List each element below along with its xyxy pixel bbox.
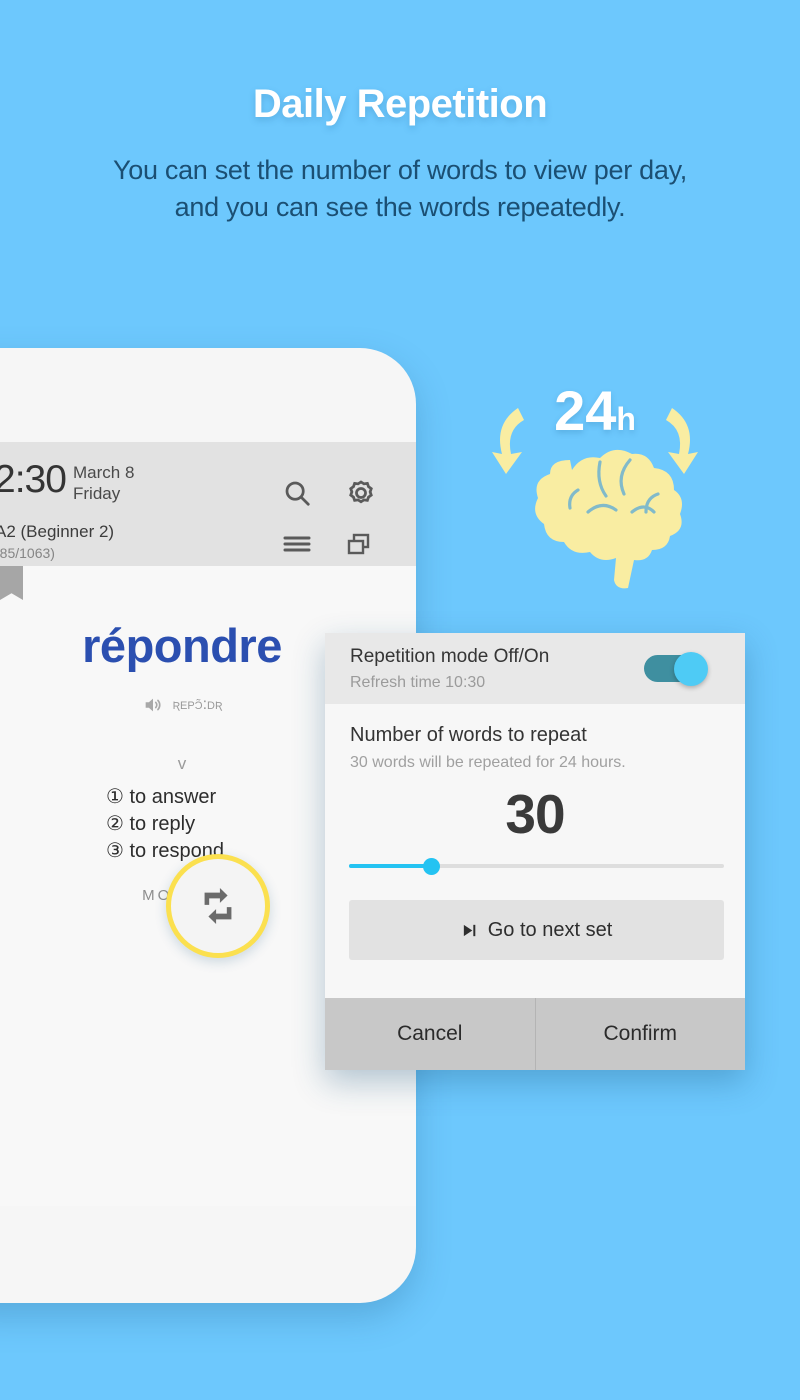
clock-time: 2:30 bbox=[0, 458, 67, 501]
page-title: Daily Repetition bbox=[252, 82, 548, 126]
words-count-subtitle: 30 words will be repeated for 24 hours. bbox=[350, 754, 626, 771]
search-icon[interactable] bbox=[282, 478, 312, 513]
date-text: March 8 bbox=[73, 463, 135, 482]
level-label: A2 (Beginner 2) bbox=[0, 522, 115, 541]
page-subtitle: You can set the number of words to view … bbox=[50, 152, 750, 226]
hamburger-menu-icon[interactable] bbox=[280, 530, 314, 563]
slider-thumb[interactable] bbox=[423, 858, 440, 875]
app-statusbar: 2:30 March 8 Friday A2 (Beginner 2) (85/… bbox=[0, 442, 416, 566]
repeat-icon bbox=[204, 887, 232, 925]
slider-fill bbox=[349, 864, 433, 868]
pronunciation-text: ʀepɔ̃:dʀ bbox=[172, 696, 223, 713]
brain-icon bbox=[492, 408, 698, 589]
repetition-mode-toggle[interactable] bbox=[644, 652, 712, 686]
weekday-text: Friday bbox=[73, 484, 121, 503]
progress-count: (85/1063) bbox=[0, 545, 55, 561]
words-count-value: 30 bbox=[505, 783, 565, 845]
page-subtitle-line1: You can set the number of words to view … bbox=[113, 155, 687, 185]
dialog-header-subtitle: Refresh time 10:30 bbox=[350, 674, 486, 691]
repetition-settings-dialog: Repetition mode Off/On Refresh time 10:3… bbox=[325, 633, 745, 1070]
repeat-mode-badge[interactable] bbox=[166, 854, 270, 958]
page-subtitle-line2: and you can see the words repeatedly. bbox=[174, 192, 626, 222]
go-to-next-set-label: Go to next set bbox=[487, 918, 613, 941]
promo-screenshot: Daily Repetition You can set the number … bbox=[0, 0, 800, 1400]
skip-next-icon bbox=[463, 924, 476, 936]
toggle-knob bbox=[674, 652, 708, 686]
curved-arrow-left-icon bbox=[492, 408, 524, 474]
curved-arrow-right-icon bbox=[666, 408, 698, 474]
brain-artwork: 24h bbox=[480, 372, 710, 602]
dialog-header-title: Repetition mode Off/On bbox=[350, 646, 550, 667]
speaker-icon[interactable] bbox=[142, 694, 164, 716]
gear-icon[interactable] bbox=[346, 478, 376, 513]
bookmark-icon[interactable] bbox=[0, 566, 23, 600]
definition-list: ① to answer ② to reply ③ to respond bbox=[106, 784, 224, 865]
cancel-button[interactable]: Cancel bbox=[325, 998, 535, 1070]
words-count-slider[interactable] bbox=[349, 856, 724, 876]
words-count-title: Number of words to repeat bbox=[350, 724, 587, 746]
cards-icon[interactable] bbox=[344, 530, 374, 565]
dialog-header: Repetition mode Off/On Refresh time 10:3… bbox=[325, 633, 745, 704]
list-item: ② to reply bbox=[106, 813, 196, 835]
list-item: ① to answer bbox=[106, 786, 217, 808]
clock-date: March 8 Friday bbox=[73, 462, 134, 504]
dialog-body: Number of words to repeat 30 words will … bbox=[325, 704, 745, 998]
go-to-next-set-button[interactable]: Go to next set bbox=[349, 900, 724, 960]
dialog-footer: Cancel Confirm bbox=[325, 998, 745, 1070]
confirm-button[interactable]: Confirm bbox=[536, 998, 746, 1070]
